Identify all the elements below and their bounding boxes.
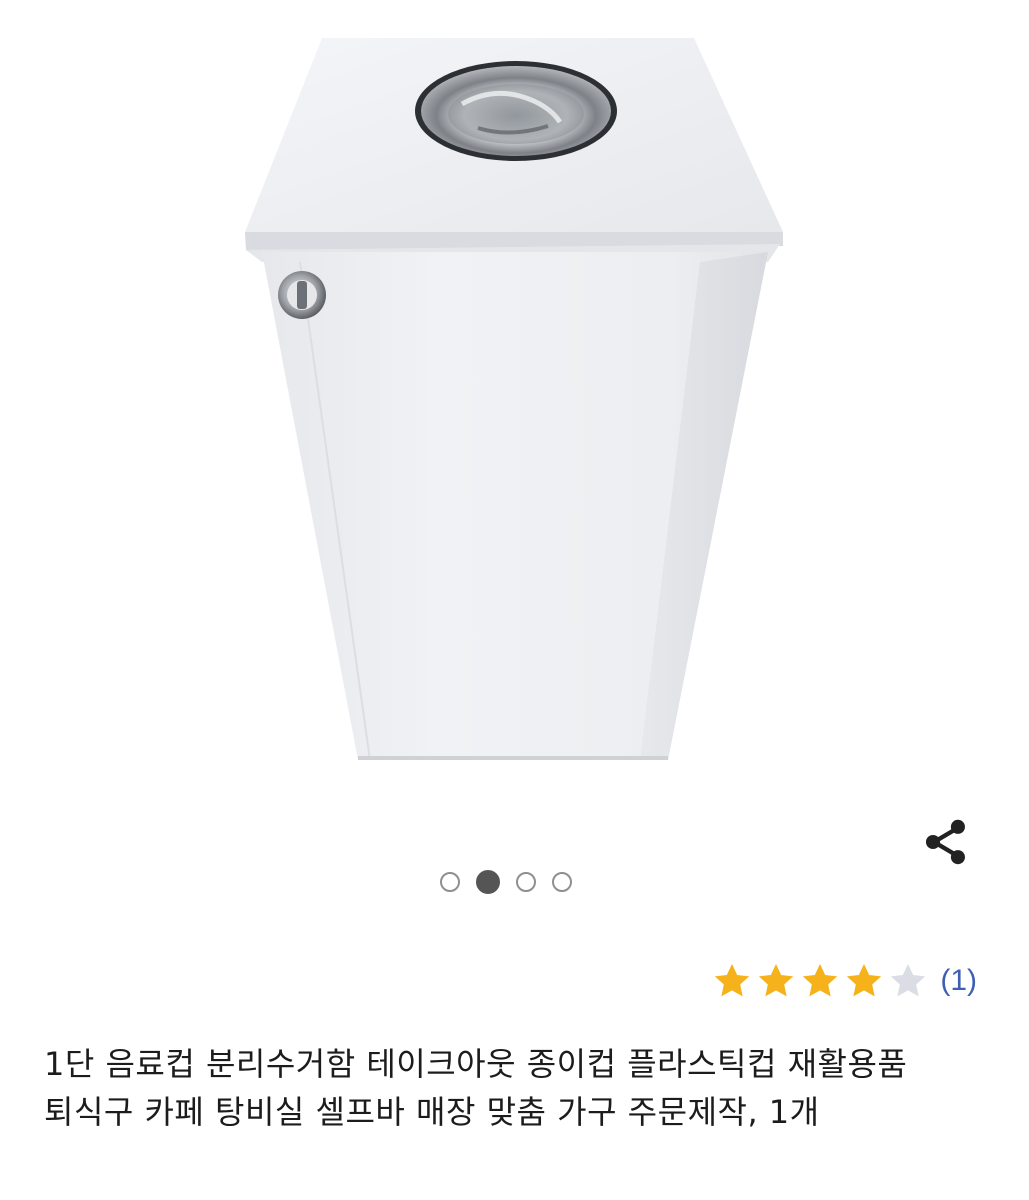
share-icon bbox=[925, 819, 965, 865]
star-filled-icon bbox=[759, 964, 794, 997]
star-filled-icon bbox=[715, 964, 750, 997]
product-photo bbox=[245, 38, 783, 761]
image-carousel-indicator bbox=[440, 868, 572, 896]
product-image[interactable] bbox=[0, 0, 1029, 800]
review-count-link[interactable]: (1) bbox=[940, 964, 977, 998]
carousel-dot-1[interactable] bbox=[440, 872, 460, 892]
carousel-dot-3[interactable] bbox=[516, 872, 536, 892]
star-empty-icon bbox=[891, 964, 926, 997]
rating-summary[interactable]: (1) bbox=[712, 956, 977, 1006]
star-filled-icon bbox=[803, 964, 838, 997]
carousel-dot-4[interactable] bbox=[552, 872, 572, 892]
share-button[interactable] bbox=[914, 812, 978, 872]
product-title: 1단 음료컵 분리수거함 테이크아웃 종이컵 플라스틱컵 재활용품 퇴식구 카페… bbox=[44, 1045, 908, 1131]
carousel-dot-2-active[interactable] bbox=[476, 870, 500, 894]
star-filled-icon bbox=[847, 964, 882, 997]
